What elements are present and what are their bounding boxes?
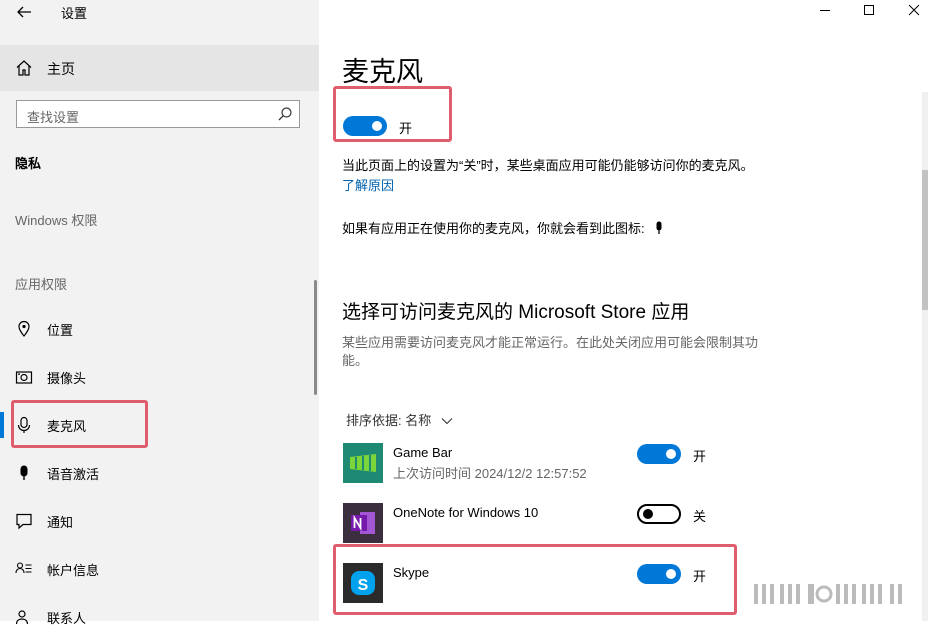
description-text: 当此页面上的设置为“关”时，某些桌面应用可能仍能够访问你的麦克风。 bbox=[342, 158, 754, 173]
sidebar-item-windows-permissions[interactable]: Windows 权限 bbox=[15, 210, 97, 229]
search-placeholder: 查找设置 bbox=[27, 110, 80, 125]
highlight-box bbox=[333, 86, 452, 142]
minimize-icon bbox=[820, 10, 830, 11]
account-info-icon bbox=[15, 562, 32, 574]
sidebar-item-contacts[interactable]: 联系人 bbox=[0, 599, 319, 635]
game-bar-app-icon bbox=[343, 443, 383, 483]
close-icon bbox=[908, 4, 920, 16]
sidebar-item-label: 通知 bbox=[47, 515, 74, 530]
store-section-desc-line2: 能。 bbox=[342, 353, 369, 368]
sidebar-item-account-info[interactable]: 帐户信息 bbox=[0, 551, 319, 587]
contacts-icon bbox=[15, 610, 29, 625]
camera-icon bbox=[15, 371, 33, 384]
toggle-knob bbox=[666, 449, 676, 459]
microphone-icon bbox=[656, 221, 662, 234]
sidebar-item-home[interactable]: 主页 bbox=[0, 45, 319, 91]
sidebar-item-voice-activation[interactable]: 语音激活 bbox=[0, 455, 319, 491]
maximize-icon bbox=[864, 5, 874, 15]
store-section-desc-line1: 某些应用需要访问麦克风才能正常运行。在此处关闭应用可能会限制其功 bbox=[342, 335, 759, 350]
watermark-logo bbox=[754, 584, 902, 604]
toggle-state-label: 关 bbox=[693, 509, 707, 524]
main-content: 麦克风 开 当此页面上的设置为“关”时，某些桌面应用可能仍能够访问你的麦克风。 … bbox=[319, 0, 929, 621]
voice-activation-icon bbox=[20, 465, 28, 480]
location-icon bbox=[18, 320, 30, 337]
close-button[interactable] bbox=[891, 0, 929, 24]
main-scrollbar-thumb[interactable] bbox=[922, 170, 928, 310]
app-title: 设置 bbox=[61, 6, 88, 21]
onenote-app-icon bbox=[343, 503, 383, 543]
app-name: Game Bar bbox=[393, 445, 453, 460]
maximize-button[interactable] bbox=[846, 0, 892, 24]
minimize-button[interactable] bbox=[802, 0, 848, 24]
highlight-box bbox=[333, 544, 737, 615]
notification-icon bbox=[16, 513, 32, 530]
sidebar-item-camera[interactable]: 摄像头 bbox=[0, 359, 319, 395]
mic-icon-note-text: 如果有应用正在使用你的麦克风，你就会看到此图标: bbox=[342, 221, 645, 236]
highlight-box bbox=[11, 400, 148, 448]
page-title: 麦克风 bbox=[342, 57, 423, 87]
back-arrow-icon[interactable] bbox=[13, 1, 35, 23]
toggle-knob bbox=[643, 509, 653, 519]
sort-label: 排序依据: 名称 bbox=[346, 413, 432, 428]
sidebar-item-location[interactable]: 位置 bbox=[0, 311, 319, 347]
sort-dropdown[interactable]: 排序依据: 名称 bbox=[346, 410, 453, 429]
store-section-title: 选择可访问麦克风的 Microsoft Store 应用 bbox=[342, 302, 690, 323]
game-bar-toggle[interactable] bbox=[637, 444, 681, 464]
toggle-state-label: 开 bbox=[693, 449, 707, 464]
sidebar-item-label: 位置 bbox=[47, 323, 74, 338]
search-icon[interactable] bbox=[277, 106, 293, 122]
sidebar-item-label: 摄像头 bbox=[47, 371, 87, 386]
section-title: 隐私 bbox=[15, 156, 42, 171]
search-input[interactable]: 查找设置 bbox=[16, 100, 300, 128]
mic-icon-note: 如果有应用正在使用你的麦克风，你就会看到此图标: bbox=[342, 218, 664, 237]
sidebar: 设置 主页 查找设置 隐私 Windows 权限 应用权限 位置 摄像头 麦克风… bbox=[0, 0, 319, 626]
sidebar-item-notification[interactable]: 通知 bbox=[0, 503, 319, 539]
learn-more-link[interactable]: 了解原因 bbox=[342, 175, 394, 194]
sidebar-item-label: 帐户信息 bbox=[47, 563, 100, 578]
home-icon bbox=[16, 60, 32, 76]
chevron-down-icon bbox=[441, 418, 453, 425]
sidebar-scrollbar[interactable] bbox=[314, 280, 317, 395]
app-name: OneNote for Windows 10 bbox=[393, 505, 539, 520]
group-label-app-permissions: 应用权限 bbox=[15, 277, 68, 292]
onenote-toggle[interactable] bbox=[637, 504, 681, 524]
selected-indicator bbox=[0, 412, 4, 438]
app-last-access: 上次访问时间 2024/12/2 12:57:52 bbox=[393, 466, 587, 481]
sidebar-item-label: 主页 bbox=[47, 61, 75, 77]
sidebar-item-label: 联系人 bbox=[47, 611, 87, 626]
sidebar-item-label: 语音激活 bbox=[47, 467, 100, 482]
